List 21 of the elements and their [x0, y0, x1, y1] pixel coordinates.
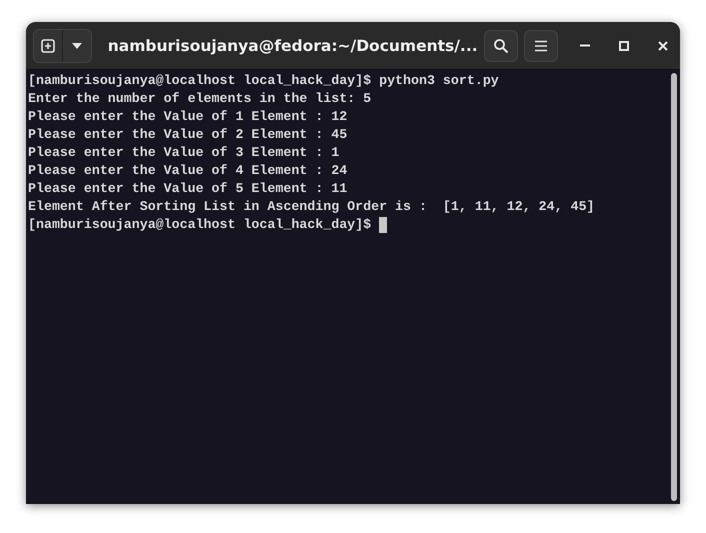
menu-button[interactable] — [524, 30, 558, 62]
terminal-line: [namburisoujanya@localhost local_hack_day]$ python3 sort.py — [28, 72, 499, 90]
caret-icon — [71, 42, 84, 50]
terminal-line: Please enter the Value of 4 Element : 24 — [28, 162, 348, 180]
new-tab-icon — [40, 38, 56, 54]
close-icon — [658, 40, 668, 50]
scrollbar-thumb[interactable] — [671, 73, 677, 501]
dropdown-button[interactable] — [62, 30, 91, 62]
search-icon — [492, 38, 509, 54]
terminal-line: Please enter the Value of 1 Element : 12 — [28, 108, 348, 126]
terminal-line: [namburisoujanya@localhost local_hack_day]$ — [28, 216, 372, 234]
window-title: namburisoujanya@fedora:~/Documents/... — [106, 36, 478, 54]
terminal-line: Please enter the Value of 5 Element : 11 — [28, 180, 348, 198]
terminal-line: Element After Sorting List in Ascending Order is : [1, 11, 12, 24, 45] — [28, 198, 595, 216]
terminal-line: Please enter the Value of 3 Element : 1 — [28, 144, 340, 162]
minimize-icon — [580, 44, 590, 47]
maximize-icon — [618, 40, 629, 50]
terminal-line: Enter the number of elements in the list: 5 — [28, 90, 372, 108]
search-button[interactable] — [484, 30, 518, 62]
menu-icon — [534, 40, 548, 52]
terminal-line: Please enter the Value of 2 Element : 45 — [28, 126, 348, 144]
